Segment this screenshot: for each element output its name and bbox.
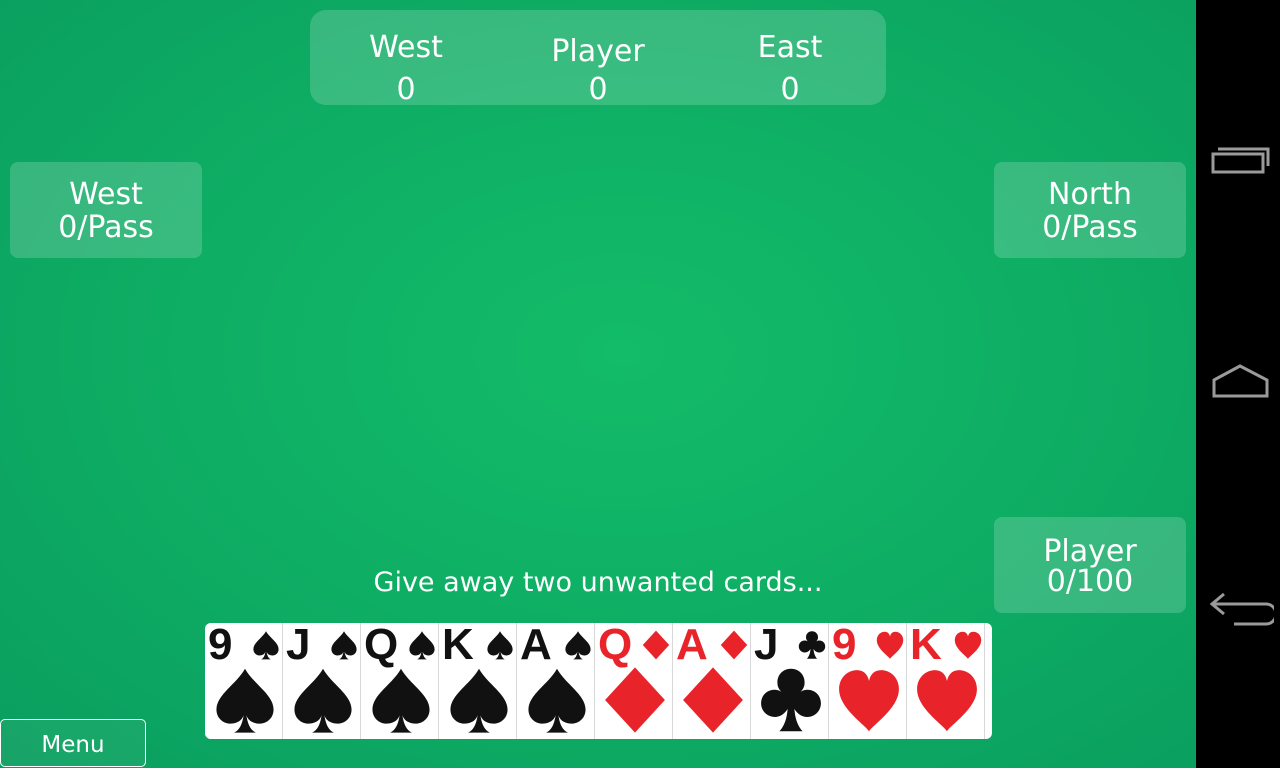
card-rank: 9 bbox=[208, 623, 233, 669]
spade-suit-icon bbox=[216, 668, 274, 733]
home-icon bbox=[1212, 364, 1269, 398]
heart-suit-icon bbox=[954, 631, 982, 659]
card-j-of-spades[interactable]: J bbox=[283, 623, 361, 739]
score-player-value: 0 bbox=[588, 72, 608, 107]
heart-suit-icon bbox=[917, 670, 977, 732]
diamond-suit-icon bbox=[642, 630, 670, 660]
score-west-name: West bbox=[369, 30, 443, 65]
player-hand: 9JQKAQAJ9K bbox=[205, 623, 992, 739]
android-navigation-bar bbox=[1196, 0, 1280, 768]
back-button[interactable] bbox=[1204, 576, 1278, 636]
spade-suit-icon bbox=[409, 631, 435, 660]
score-east-name: East bbox=[757, 30, 823, 65]
home-button[interactable] bbox=[1204, 352, 1274, 412]
card-j-of-clubs[interactable]: J bbox=[751, 623, 829, 739]
club-suit-icon bbox=[761, 668, 821, 732]
card-q-of-diamonds[interactable]: Q bbox=[595, 623, 673, 739]
card-rank: J bbox=[754, 623, 779, 669]
card-rank: Q bbox=[364, 623, 399, 669]
seat-west: West 0/Pass bbox=[10, 162, 202, 258]
card-rank: K bbox=[442, 623, 474, 669]
seat-player: Player 0/100 bbox=[994, 517, 1186, 613]
back-icon bbox=[1209, 592, 1278, 626]
score-west-value: 0 bbox=[396, 72, 416, 107]
score-west: West 0 bbox=[311, 10, 501, 108]
seat-west-status: 0/Pass bbox=[58, 210, 154, 245]
diamond-suit-icon bbox=[605, 667, 665, 733]
card-a-of-spades[interactable]: A bbox=[517, 623, 595, 739]
card-a-of-diamonds[interactable]: A bbox=[673, 623, 751, 739]
scoreboard: West 0 Player 0 East 0 bbox=[310, 10, 886, 108]
spade-suit-icon bbox=[565, 631, 591, 660]
heart-suit-icon bbox=[839, 670, 899, 732]
card-rank: 9 bbox=[832, 623, 857, 669]
instruction-text: Give away two unwanted cards... bbox=[373, 567, 823, 598]
score-east-value: 0 bbox=[780, 72, 800, 107]
card-9-of-spades[interactable]: 9 bbox=[205, 623, 283, 739]
seat-player-name: Player bbox=[1043, 534, 1137, 569]
seat-player-status: 0/100 bbox=[1046, 564, 1134, 599]
card-rank: Q bbox=[598, 623, 633, 669]
card-q-of-spades[interactable]: Q bbox=[361, 623, 439, 739]
score-player: Player 0 bbox=[503, 10, 693, 108]
spade-suit-icon bbox=[253, 631, 279, 660]
heart-suit-icon bbox=[876, 631, 904, 659]
card-k-of-spades[interactable]: K bbox=[439, 623, 517, 739]
game-screen: West 0 Player 0 East 0 West 0/Pass North… bbox=[0, 0, 1280, 768]
menu-button[interactable]: Menu bbox=[0, 719, 146, 767]
card-rank: A bbox=[676, 623, 708, 669]
diamond-suit-icon bbox=[720, 630, 748, 660]
spade-suit-icon bbox=[331, 631, 357, 660]
card-k-of-hearts[interactable]: K bbox=[907, 623, 985, 739]
recent-apps-button[interactable] bbox=[1204, 132, 1274, 192]
score-player-name: Player bbox=[551, 34, 645, 69]
seat-west-name: West bbox=[69, 177, 143, 212]
spade-suit-icon bbox=[487, 631, 513, 660]
spade-suit-icon bbox=[372, 668, 430, 733]
club-suit-icon bbox=[798, 631, 826, 659]
seat-north-name: North bbox=[1048, 177, 1132, 212]
seat-north-status: 0/Pass bbox=[1042, 210, 1138, 245]
spade-suit-icon bbox=[294, 668, 352, 733]
card-rank: A bbox=[520, 623, 552, 669]
card-9-of-hearts[interactable]: 9 bbox=[829, 623, 907, 739]
card-rank: J bbox=[286, 623, 311, 669]
seat-north: North 0/Pass bbox=[994, 162, 1186, 258]
score-east: East 0 bbox=[695, 10, 885, 108]
recent-apps-icon bbox=[1211, 147, 1270, 174]
spade-suit-icon bbox=[528, 668, 586, 733]
spade-suit-icon bbox=[450, 668, 508, 733]
diamond-suit-icon bbox=[683, 667, 743, 733]
card-table: West 0 Player 0 East 0 West 0/Pass North… bbox=[0, 0, 1196, 768]
card-rank: K bbox=[910, 623, 942, 669]
